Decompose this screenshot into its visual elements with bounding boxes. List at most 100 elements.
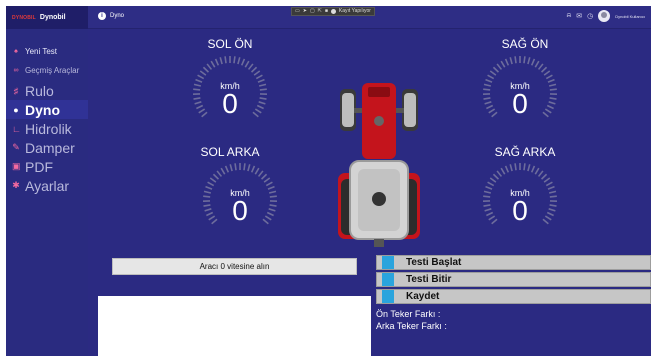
sidebar-item-gecmis-araclar[interactable]: ∞ Geçmiş Araçlar: [6, 63, 88, 77]
button-label: Kaydet: [406, 291, 440, 302]
gauge-tick: [214, 58, 220, 66]
gauge-value: 0: [512, 195, 528, 226]
finish-test-button[interactable]: Testi Bitir: [376, 272, 651, 287]
info-icon: ●: [13, 104, 19, 115]
gauge-tick: [206, 63, 213, 70]
gauge-tick: [496, 170, 503, 177]
brand-name: Dynobil: [39, 14, 66, 21]
sidebar-item-label: Rulo: [25, 82, 54, 99]
hitch: [374, 239, 384, 247]
gauge-tick: [537, 170, 544, 177]
sidebar-item-dyno[interactable]: ● Dyno: [6, 100, 88, 119]
gauge-tick: [216, 170, 223, 177]
gauge-tick: [250, 165, 256, 173]
gauge-tick: [540, 66, 548, 73]
gauge-tick: [500, 60, 506, 68]
cursor-icon[interactable]: ➤: [303, 8, 307, 15]
front-left-gauge: km/h 0: [192, 55, 268, 131]
sidebar-item-hidrolik[interactable]: ∟ Hidrolik: [6, 119, 88, 138]
gauge-tick: [234, 163, 237, 171]
save-icon: [382, 290, 394, 303]
gauge-tick: [240, 58, 246, 66]
gauge-tick: [545, 181, 553, 187]
settings-icon: ✱: [12, 180, 20, 190]
gauge-tick: [210, 60, 216, 68]
gauge-tick: [509, 57, 513, 65]
gauge-tick: [243, 163, 246, 171]
gauge-tick: [250, 66, 258, 73]
gauge-value: 0: [222, 88, 238, 119]
sidebar-item-ayarlar[interactable]: ✱ Ayarlar: [6, 176, 88, 195]
sidebar-item-label: PDF: [25, 158, 53, 175]
sidebar-item-label: Dyno: [25, 101, 60, 118]
hydraulic-icon: ∟: [12, 123, 21, 134]
gauge-tick: [534, 60, 540, 68]
gauge-tick: [489, 70, 497, 76]
gauge-tick: [489, 177, 497, 183]
gauge-tick: [514, 56, 517, 64]
front-left-rim: [342, 93, 354, 127]
sidebar-item-pdf[interactable]: ▣ PDF: [6, 157, 88, 176]
help-icon[interactable]: ◷: [587, 12, 593, 20]
top-bar: DYNOBIL Dynobil i Dyno ▭ ➤ ▢ ⇱ ■ Kayıt Y…: [6, 6, 651, 29]
gauge-tick: [224, 165, 230, 173]
stop-icon[interactable]: ■: [325, 8, 328, 15]
sidebar-item-damper[interactable]: ✎ Damper: [6, 138, 88, 157]
exhaust: [374, 116, 384, 126]
record-icon[interactable]: [330, 9, 336, 14]
app-window: DYNOBIL Dynobil i Dyno ▭ ➤ ▢ ⇱ ■ Kayıt Y…: [6, 6, 651, 356]
stop-icon: [382, 273, 394, 286]
sidebar-item-rulo[interactable]: ♯ Rulo: [6, 81, 88, 100]
page-title: Dyno: [110, 13, 125, 19]
front-wheel-diff: Ön Teker Farkı :: [376, 309, 441, 319]
page-indicator: i Dyno: [98, 12, 124, 20]
sidebar-item-label: Ayarlar: [25, 177, 70, 194]
gauge-tick: [209, 177, 217, 183]
gauge-tick: [492, 173, 500, 180]
user-name[interactable]: Dynobil Kullanıcı: [615, 14, 645, 19]
front-right-rim: [404, 93, 416, 127]
gauge-tick: [254, 167, 260, 175]
gauge-tick: [523, 56, 526, 64]
gauge-tick: [255, 74, 263, 80]
rear-right-label: SAĞ ARKA: [494, 145, 556, 159]
gauge-tick: [504, 58, 510, 66]
gauge-tick: [199, 70, 207, 76]
button-label: Testi Başlat: [406, 257, 462, 268]
gauge-tick: [220, 167, 226, 175]
front-left-label: SOL ÖN: [207, 37, 253, 51]
gauge-tick: [504, 165, 510, 173]
gauge-tick: [233, 56, 236, 64]
gauge-tick: [219, 57, 223, 65]
gauge-tick: [496, 63, 503, 70]
gauge-tick: [202, 66, 210, 73]
gauge-value: 0: [512, 88, 528, 119]
fullscreen-icon[interactable]: ⇱: [318, 8, 322, 15]
gauge-tick: [543, 70, 551, 76]
gauge-tick: [197, 74, 205, 80]
pdf-icon: ▣: [12, 161, 21, 171]
gauge-tick: [237, 57, 241, 65]
gauge-tick: [545, 74, 553, 80]
avatar[interactable]: [598, 10, 611, 22]
rear-left-gauge: km/h 0: [202, 162, 278, 238]
mail-icon[interactable]: ✉: [576, 12, 582, 20]
start-test-button[interactable]: Testi Başlat: [376, 255, 651, 270]
gauge-tick: [523, 163, 526, 171]
button-label: Testi Bitir: [406, 274, 452, 285]
rear-right-gauge: km/h 0: [482, 162, 558, 238]
save-button[interactable]: Kaydet: [376, 289, 651, 304]
gauge-tick: [244, 60, 250, 68]
screenshot-icon[interactable]: ▭: [295, 8, 300, 15]
gauge-tick: [260, 173, 268, 180]
window-icon[interactable]: ▢: [310, 8, 315, 15]
gauge-tick: [534, 167, 540, 175]
sidebar-item-yeni-test[interactable]: ♠ Yeni Test: [6, 44, 88, 58]
sidebar-item-label: Damper: [25, 139, 75, 156]
gauge-tick: [212, 173, 220, 180]
recording-toolbar[interactable]: ▭ ➤ ▢ ⇱ ■ Kayıt Yapılıyor: [291, 7, 375, 16]
gauge-tick: [207, 181, 215, 187]
bell-icon[interactable]: ⍾: [567, 12, 572, 20]
rear-wheel-diff: Arka Teker Farkı :: [376, 321, 447, 331]
brand: DYNOBIL Dynobil: [6, 6, 88, 29]
